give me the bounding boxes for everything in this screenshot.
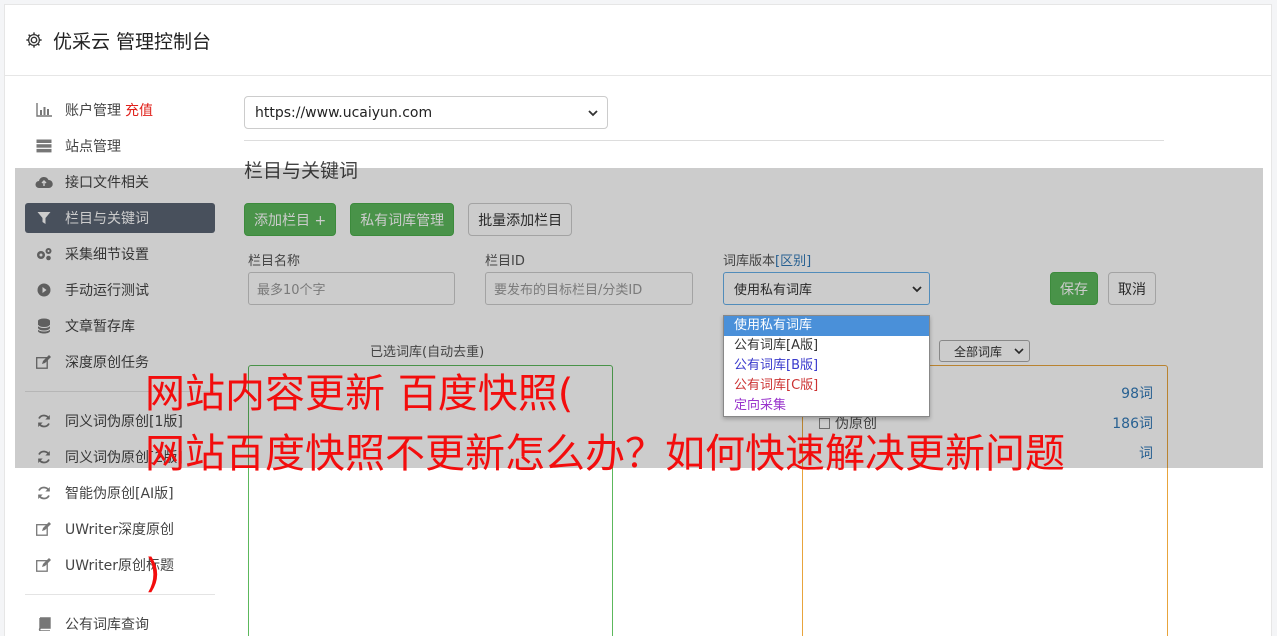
- sidebar-item-sites[interactable]: 站点管理: [25, 131, 215, 161]
- divider: [244, 140, 1164, 141]
- banner-line-1: 网站内容更新 百度快照(: [145, 371, 574, 417]
- banner-line-2: 网站百度快照不更新怎么办？如何快速解决更新问题: [145, 431, 1065, 477]
- refresh-icon: [35, 485, 53, 501]
- sidebar-item-account[interactable]: 账户管理 充值: [25, 95, 215, 125]
- sidebar-item-ai-rewrite[interactable]: 智能伪原创[AI版]: [25, 478, 215, 508]
- book-icon: [35, 616, 53, 632]
- sidebar-item-label: UWriter深度原创: [65, 522, 174, 538]
- dropdown-option-public-a[interactable]: 公有词库[A版]: [724, 336, 929, 356]
- sidebar-item-label: 账户管理: [65, 103, 121, 119]
- edit-icon: [35, 521, 53, 537]
- sidebar-item-label: 智能伪原创[AI版]: [65, 486, 174, 502]
- site-select[interactable]: https://www.ucaiyun.com: [244, 96, 608, 129]
- header: 优采云 管理控制台: [5, 5, 1271, 76]
- site-select-value: https://www.ucaiyun.com: [255, 104, 433, 121]
- gear-icon: [26, 32, 42, 48]
- dropdown-option-public-b[interactable]: 公有词库[B版]: [724, 356, 929, 376]
- sidebar-item-uwriter-deep[interactable]: UWriter深度原创: [25, 514, 215, 544]
- dropdown-option-directed[interactable]: 定向采集: [724, 396, 929, 416]
- banner-line-3: ): [145, 551, 161, 597]
- page-title: 优采云 管理控制台: [53, 30, 212, 53]
- chevron-down-icon: [588, 110, 598, 117]
- sidebar-item-label: 站点管理: [65, 139, 121, 155]
- dropdown-option-public-c[interactable]: 公有词库[C版]: [724, 376, 929, 396]
- dropdown-option-private[interactable]: 使用私有词库: [724, 316, 929, 336]
- sidebar-item-label: 公有词库查询: [65, 617, 149, 633]
- overlay-band: [15, 168, 1263, 468]
- sidebar-item-uwriter-title[interactable]: UWriter原创标题: [25, 550, 215, 580]
- sidebar-item-public-lib[interactable]: 公有词库查询: [25, 609, 215, 636]
- server-icon: [35, 138, 53, 154]
- library-version-dropdown: 使用私有词库 公有词库[A版] 公有词库[B版] 公有词库[C版] 定向采集: [723, 315, 930, 417]
- edit-icon: [35, 557, 53, 573]
- bar-chart-icon: [35, 102, 53, 118]
- recharge-link[interactable]: 充值: [125, 100, 153, 120]
- sidebar-divider: [25, 594, 215, 595]
